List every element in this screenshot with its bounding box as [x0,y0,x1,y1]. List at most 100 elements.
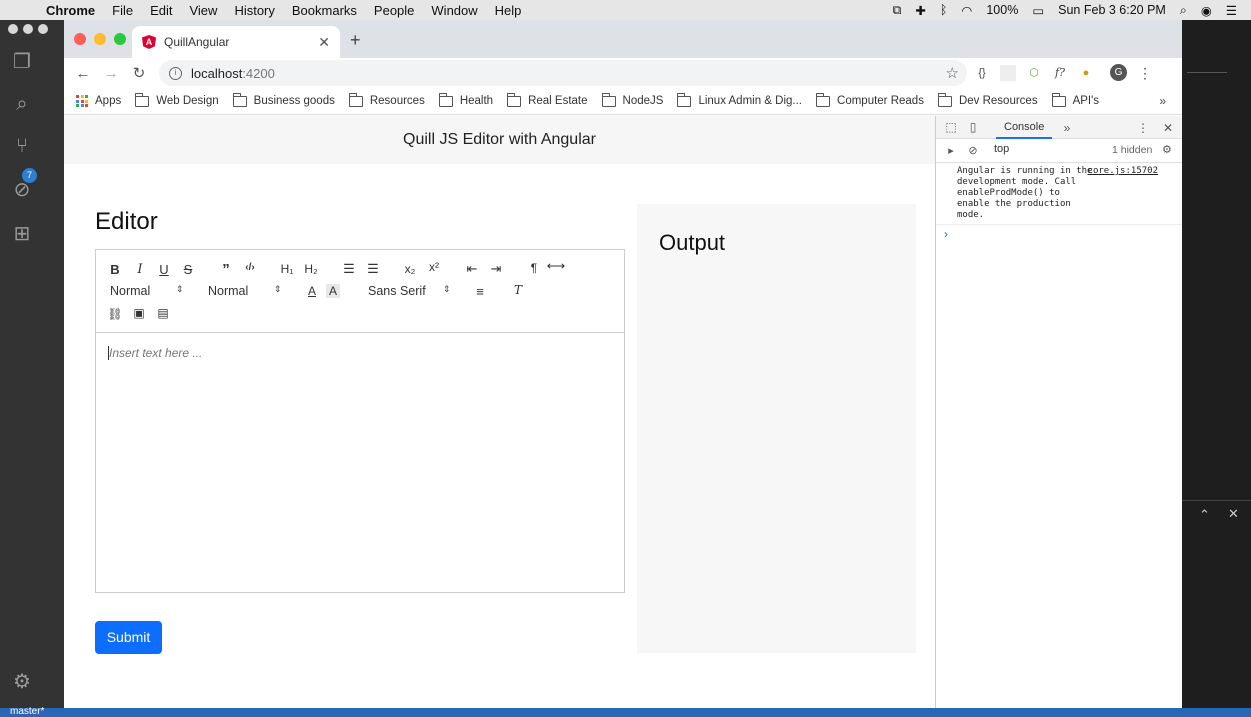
clock[interactable]: Sun Feb 3 6:20 PM [1058,3,1166,17]
close-tab-icon[interactable]: ✕ [318,34,330,51]
ordered-list-icon[interactable]: ☰ [339,261,359,277]
battery-icon[interactable]: ▭ [1032,3,1044,18]
settings-gear-icon[interactable]: ⚙ [10,670,34,694]
panel-maximize-icon[interactable]: ⌃ [1199,507,1210,523]
text-color-icon[interactable]: A [302,284,322,298]
align-icon[interactable]: ≡ [470,284,490,299]
site-info-icon[interactable]: i [169,66,182,80]
context-selector[interactable]: top [994,143,1094,155]
bookmark-folder[interactable]: Real Estate [507,92,588,107]
formula-extension-icon[interactable]: f? [1052,65,1068,81]
wifi-icon[interactable]: ◠ [961,3,972,18]
menu-view[interactable]: View [189,3,217,18]
bookmark-star-icon[interactable]: ☆ [946,64,959,82]
image-icon[interactable]: ▣ [129,306,149,320]
forward-button[interactable]: → [97,65,125,82]
bookmark-folder[interactable]: Web Design [135,92,219,107]
underline-icon[interactable]: U [154,262,174,277]
debug-icon[interactable]: ⊘ [10,178,34,202]
back-button[interactable]: ← [69,65,97,82]
code-block-icon[interactable]: ‹/› [240,262,260,273]
clear-console-icon[interactable]: ⊘ [962,144,984,157]
bookmark-folder[interactable]: Dev Resources [937,92,1038,107]
superscript-icon[interactable]: x² [424,260,444,274]
text-direction-icon[interactable]: ¶ [524,261,544,275]
menu-chrome[interactable]: Chrome [46,3,95,18]
bluetooth-icon[interactable]: ᛒ [940,3,948,17]
close-window-button[interactable] [74,33,86,45]
outdent-icon[interactable]: ⇤ [462,261,482,277]
indent-icon[interactable]: ⇥ [486,261,506,277]
clear-format-icon[interactable]: T [508,283,528,297]
bookmark-folder[interactable]: Business goods [232,92,335,107]
spotlight-search-icon[interactable]: ⌕ [1180,3,1187,18]
bookmark-folder[interactable]: NodeJS [601,92,663,107]
menu-people[interactable]: People [374,3,414,18]
vscode-zoom-dot[interactable] [38,24,48,34]
siri-icon[interactable]: ◉ [1201,3,1212,18]
close-devtools-icon[interactable]: ✕ [1157,121,1179,135]
submit-button[interactable]: Submit [95,621,162,654]
menu-window[interactable]: Window [431,3,477,18]
address-bar[interactable]: i localhost:4200 ☆ [159,60,967,86]
extensions-icon[interactable]: ⊞ [10,222,34,246]
link-icon[interactable]: ⛓ [105,307,125,321]
explorer-icon[interactable]: ❐ [10,50,34,74]
nodejs-extension-icon[interactable]: ⬡ [1026,65,1042,81]
sidebar-toggle-icon[interactable]: ▸ [940,144,962,157]
menu-file[interactable]: File [112,3,133,18]
new-tab-button[interactable]: + [350,30,361,51]
devtools-menu-icon[interactable]: ⋮ [1132,121,1154,135]
font-select[interactable]: Sans Serif ⇕ [368,284,452,298]
minimize-window-button[interactable] [94,33,106,45]
console-settings-gear-icon[interactable]: ⚙ [1162,143,1172,156]
blank-extension-icon[interactable] [1000,64,1016,81]
console-prompt-icon[interactable]: › [936,225,1182,241]
json-viewer-extension-icon[interactable]: {} [974,65,990,81]
git-branch[interactable]: master* [10,706,44,717]
vscode-close-dot[interactable] [8,24,18,34]
zoom-window-button[interactable] [114,33,126,45]
extension-status-icon[interactable]: ✚ [915,3,925,18]
vscode-minimize-dot[interactable] [23,24,33,34]
moon-extension-icon[interactable]: ● [1078,65,1094,81]
menu-bookmarks[interactable]: Bookmarks [292,3,357,18]
header-select[interactable]: Normal ⇕ [208,284,282,298]
reload-button[interactable]: ↻ [125,64,153,82]
search-icon[interactable]: ⌕ [10,92,34,116]
blockquote-icon[interactable]: ” [216,261,236,278]
bold-icon[interactable]: B [105,262,125,277]
menu-edit[interactable]: Edit [150,3,172,18]
notification-center-icon[interactable]: ☰ [1226,3,1237,18]
strike-icon[interactable]: S [178,262,198,277]
panel-close-icon[interactable]: ✕ [1228,506,1239,522]
source-control-icon[interactable]: ⑂ [10,134,34,158]
bookmark-folder[interactable]: API's [1051,92,1099,107]
console-log-source-link[interactable]: core.js:15702 [1088,166,1158,177]
battery-percent[interactable]: 100% [986,3,1018,17]
chrome-menu-icon[interactable]: ⋮ [1137,65,1153,81]
bullet-list-icon[interactable]: ☰ [363,261,383,277]
menu-history[interactable]: History [234,3,274,18]
inspect-element-icon[interactable]: ⬚ [940,120,962,134]
background-color-icon[interactable]: A [326,284,340,298]
header1-icon[interactable]: H₁ [277,262,297,276]
editor-placeholder[interactable]: Insert text here ... [109,346,202,360]
menu-help[interactable]: Help [495,3,522,18]
device-toolbar-icon[interactable]: ▯ [962,120,984,134]
size-select[interactable]: Normal ⇕ [110,284,184,298]
hidden-messages-count[interactable]: 1 hidden [1112,144,1152,156]
bookmark-folder[interactable]: Computer Reads [816,92,924,107]
tab-console[interactable]: Console [996,116,1053,139]
header2-icon[interactable]: H₂ [301,262,321,276]
more-tabs-icon[interactable]: » [1056,121,1078,135]
italic-icon[interactable]: I [130,262,150,277]
video-icon[interactable]: ▤ [153,306,173,320]
tab-quillangular[interactable]: A QuillAngular ✕ [132,26,340,58]
bookmark-folder[interactable]: Resources [348,92,425,107]
bookmark-folder[interactable]: Health [438,92,493,107]
resize-handle-icon[interactable]: ⟷ [546,258,566,274]
bookmark-apps[interactable]: Apps [76,95,121,107]
bookmarks-overflow-icon[interactable]: » [1159,94,1166,108]
bookmark-folder[interactable]: Linux Admin & Dig... [677,92,802,107]
